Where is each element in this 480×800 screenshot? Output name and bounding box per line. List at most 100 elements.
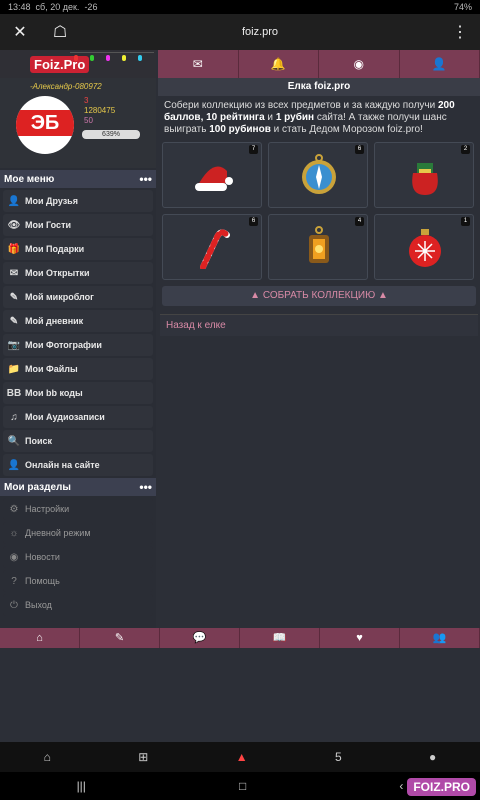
item-count: 7 xyxy=(249,145,258,154)
bottom-nav: ⌂ ✎ 💬 📖 ♥ 👥 xyxy=(0,628,480,648)
garland-decoration xyxy=(70,52,154,62)
my-sections-title: Мои разделы xyxy=(4,481,71,493)
compass-icon xyxy=(302,154,336,194)
item-count: 6 xyxy=(249,217,258,226)
status-time: 13:48 xyxy=(8,2,31,12)
sections-dots-icon[interactable]: ••• xyxy=(139,480,152,494)
points-count: 1280475 xyxy=(84,106,116,115)
menu-item-diary[interactable]: ✎ Мой дневник xyxy=(3,310,153,332)
progress-bar: 639% xyxy=(82,130,140,139)
menu-item-gifts[interactable]: 🎁 Мои Подарки xyxy=(3,238,153,260)
collection-item-sack[interactable]: 2 xyxy=(374,142,474,208)
apps-icon[interactable]: ⊞ xyxy=(138,750,148,764)
section-item-daymode[interactable]: ☼ Дневной режим xyxy=(3,522,153,544)
collect-button[interactable]: ▲ СОБРАТЬ КОЛЛЕКЦИЮ ▲ xyxy=(162,286,476,306)
lantern-icon xyxy=(309,226,329,263)
arrow-up-icon: ▲ xyxy=(250,290,261,301)
url-text[interactable]: foiz.pro xyxy=(80,26,440,38)
section-item-help[interactable]: ? Помощь xyxy=(3,570,153,592)
ornament-icon xyxy=(409,229,441,267)
user-icon[interactable]: 👤 xyxy=(400,50,480,78)
collection-item-hat[interactable]: 7 xyxy=(162,142,262,208)
menu-item-search[interactable]: 🔍 Поиск xyxy=(3,430,153,452)
bell-icon[interactable]: 🔔 xyxy=(239,50,319,78)
home-icon[interactable]: ⌂ xyxy=(44,750,51,764)
card-icon: ✉ xyxy=(9,267,19,279)
site-logo[interactable]: Foiz.Pro xyxy=(0,50,156,78)
menu-item-cards[interactable]: ✉ Мои Открытки xyxy=(3,262,153,284)
section-item-news[interactable]: ◉ Новости xyxy=(3,546,153,568)
rating-count: 50 xyxy=(84,116,93,125)
edit-icon: ✎ xyxy=(9,291,19,303)
menu-item-microblog[interactable]: ✎ Мой микроблог xyxy=(3,286,153,308)
collection-item-candy-cane[interactable]: 6 xyxy=(162,214,262,280)
globe-icon: ◉ xyxy=(9,551,19,563)
username[interactable]: -Александр-080972 xyxy=(4,82,152,91)
more-icon[interactable]: ⋮ xyxy=(440,22,480,42)
menu-item-bbcodes[interactable]: BB Мои bb коды xyxy=(3,382,153,404)
collection-grid: 7 6 2 6 4 1 xyxy=(158,140,480,280)
browser-toolbar: ⌂ ⊞ ▲ 5 ● xyxy=(0,742,480,772)
item-count: 2 xyxy=(461,145,470,154)
my-menu-list: 👤 Мои Друзья 👁 Мои Гости 🎁 Мои Подарки ✉ Мои… xyxy=(0,190,156,476)
alice-icon[interactable]: ▲ xyxy=(236,750,248,764)
section-item-logout[interactable]: ⏻ Выход xyxy=(3,594,153,616)
sun-icon: ☼ xyxy=(9,527,19,539)
music-icon: ♫ xyxy=(10,411,18,423)
menu-item-photos[interactable]: 📷 Мои Фотографии xyxy=(3,334,153,356)
status-bar: 13:48 сб, 20 дек. -26 74% xyxy=(0,0,480,14)
bookmark-icon[interactable]: ☖ xyxy=(40,22,80,42)
recent-apps-icon[interactable]: ||| xyxy=(77,779,86,793)
my-sections-header: Мои разделы ••• xyxy=(0,478,156,496)
pencil-icon[interactable]: ✎ xyxy=(80,628,160,648)
menu-item-guests[interactable]: 👁 Мои Гости xyxy=(3,214,153,236)
home-button-icon[interactable]: □ xyxy=(239,779,246,793)
search-icon: 🔍 xyxy=(7,435,21,447)
gear-icon: ⚙ xyxy=(9,503,19,515)
rss-icon[interactable]: ◉ xyxy=(319,50,400,78)
users-icon[interactable]: 👥 xyxy=(400,628,480,648)
main-content: ✉ 🔔 ◉ 👤 Елка foiz.pro Собери коллекцию и… xyxy=(158,50,480,628)
chat-icon[interactable]: 💬 xyxy=(160,628,240,648)
friends-icon: 👤 xyxy=(7,195,21,207)
arrow-up-icon: ▲ xyxy=(377,290,388,301)
back-icon[interactable]: ‹ xyxy=(399,779,403,793)
menu-item-friends[interactable]: 👤 Мои Друзья xyxy=(3,190,153,212)
section-item-settings[interactable]: ⚙ Настройки xyxy=(3,498,153,520)
browser-bar: ✕ ☖ foiz.pro ⋮ xyxy=(0,14,480,50)
candy-cane-icon xyxy=(200,229,230,269)
collection-item-compass[interactable]: 6 xyxy=(268,142,368,208)
item-count: 4 xyxy=(355,217,364,226)
top-nav: ✉ 🔔 ◉ 👤 xyxy=(158,50,480,78)
gift-icon: 🎁 xyxy=(7,243,21,255)
diary-icon: ✎ xyxy=(9,315,19,327)
close-icon[interactable]: ✕ xyxy=(0,22,40,42)
page-title: Елка foiz.pro xyxy=(158,78,480,96)
tabs-icon[interactable]: 5 xyxy=(335,750,342,764)
item-count: 1 xyxy=(461,217,470,226)
status-date: сб, 20 дек. xyxy=(35,2,80,12)
back-to-tree-link[interactable]: Назад к елке xyxy=(160,314,478,336)
power-icon: ⏻ xyxy=(10,599,18,611)
menu-dots-icon[interactable]: ••• xyxy=(139,172,152,186)
battery-level: 74% xyxy=(453,2,472,12)
mail-icon[interactable]: ✉ xyxy=(158,50,239,78)
menu-item-audio[interactable]: ♫ Мои Аудиозаписи xyxy=(3,406,153,428)
book-icon[interactable]: 📖 xyxy=(240,628,320,648)
status-temp: -26 xyxy=(84,2,98,12)
heart-icon[interactable]: ♥ xyxy=(320,628,400,648)
menu-item-online[interactable]: 👤 Онлайн на сайте xyxy=(3,454,153,476)
gifts-count: 3 xyxy=(84,96,89,105)
menu-item-files[interactable]: 📁 Мои Файлы xyxy=(3,358,153,380)
profile-avatar-icon[interactable]: ● xyxy=(429,750,436,764)
santa-hat-icon xyxy=(195,166,233,191)
collection-item-ornament[interactable]: 1 xyxy=(374,214,474,280)
folder-icon: 📁 xyxy=(7,363,21,375)
avatar[interactable]: ЭБ xyxy=(16,96,74,154)
collection-item-lantern[interactable]: 4 xyxy=(268,214,368,280)
bb-icon: BB xyxy=(6,387,22,399)
camera-icon: 📷 xyxy=(7,339,21,351)
home-icon[interactable]: ⌂ xyxy=(0,628,80,648)
eye-icon: 👁 xyxy=(7,219,21,231)
item-count: 6 xyxy=(355,145,364,154)
